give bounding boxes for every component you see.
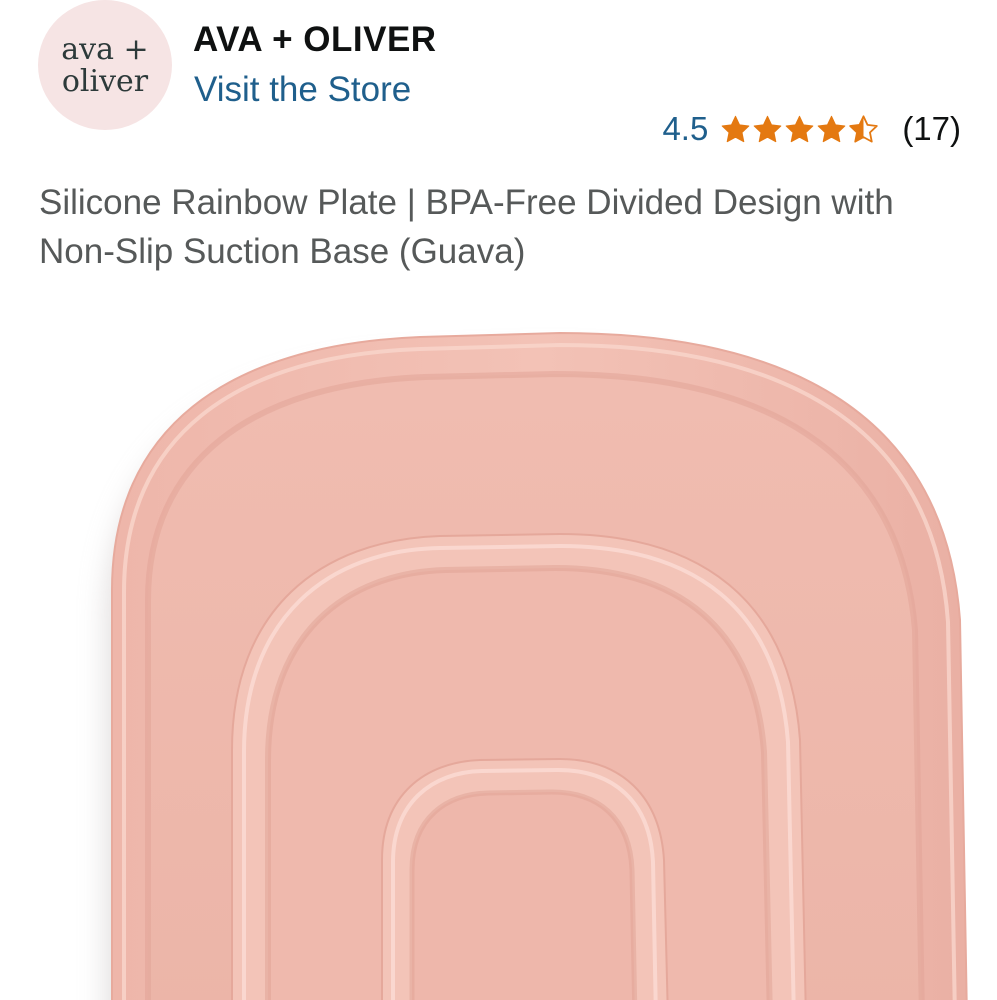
product-title: Silicone Rainbow Plate | BPA-Free Divide… [39,183,894,271]
star-full-icon [817,115,846,142]
logo-text-line1: ava + [61,32,149,67]
rainbow-plate-photo [107,331,968,1000]
brand-name[interactable]: AVA + OLIVER [193,20,437,60]
brand-logo[interactable]: ava + oliver [38,0,172,130]
star-rating[interactable] [720,114,880,145]
product-image[interactable] [0,300,997,1000]
product-page: ava + oliver AVA + OLIVER Visit the Stor… [0,0,997,1000]
rating-value: 4.5 [662,110,709,147]
star-full-icon [785,115,814,142]
star-full-icon [721,115,750,142]
rating-count[interactable]: (17) [902,110,961,148]
star-half-icon [849,114,879,143]
star-full-icon [753,115,782,142]
logo-text-line2: oliver [61,64,149,99]
visit-store-link[interactable]: Visit the Store [194,70,411,110]
rating-summary[interactable]: 4.5 (17) [662,108,961,150]
